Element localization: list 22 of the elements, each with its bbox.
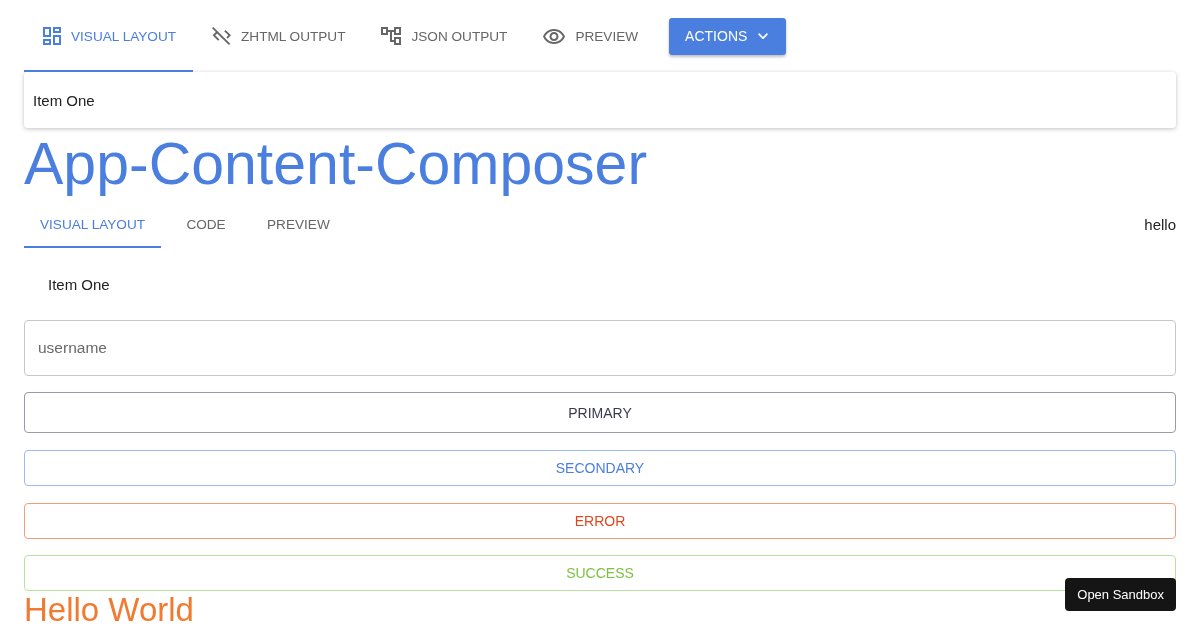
tab[interactable]: JSON OUTPUT: [362, 0, 525, 72]
username-field[interactable]: username: [24, 320, 1176, 376]
dashboard-icon: [43, 27, 61, 45]
tab[interactable]: PREVIEW: [524, 0, 656, 72]
error-button[interactable]: ERROR: [24, 503, 1176, 539]
tab[interactable]: VISUAL LAYOUT: [24, 200, 161, 248]
open-sandbox-button[interactable]: Open Sandbox: [1065, 578, 1176, 611]
label-text: hello: [1144, 215, 1176, 233]
page-title: App-Content-Composer: [24, 130, 648, 199]
secondary-button[interactable]: SECONDARY: [24, 450, 1176, 486]
code-off-icon: [212, 27, 231, 45]
primary-button[interactable]: PRIMARY: [24, 392, 1176, 433]
eye-icon: [543, 28, 566, 44]
tab[interactable]: PREVIEW: [251, 200, 346, 248]
tab[interactable]: ZHTML OUTPUT: [193, 0, 363, 72]
chevron-down-icon: [758, 32, 769, 40]
hierarchy-icon: [381, 27, 402, 45]
card-text: Item One: [33, 91, 95, 109]
list-item: Item One: [48, 275, 110, 293]
tab[interactable]: CODE: [161, 200, 251, 248]
footer-heading: Hello World: [24, 591, 194, 629]
actions-button[interactable]: ACTIONS: [669, 17, 787, 55]
